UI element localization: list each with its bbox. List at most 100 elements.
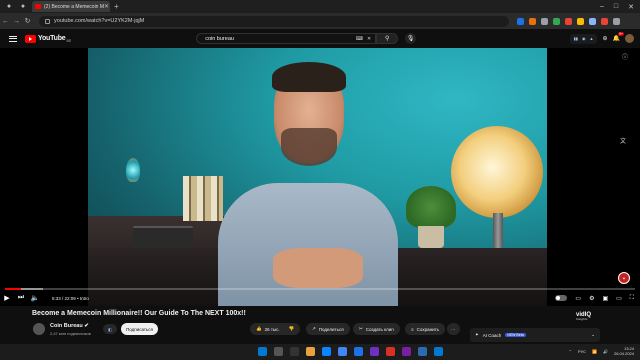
taskbar-app-icon-7[interactable] — [370, 347, 379, 356]
video-plant — [406, 186, 456, 228]
tray-chevron-icon[interactable]: ⌃ — [569, 349, 572, 354]
extension-icon-0[interactable] — [517, 17, 524, 25]
extension-icon-8[interactable] — [613, 17, 620, 25]
channel-watermark[interactable]: ◉ — [618, 272, 630, 284]
search-icon: ⚲ — [384, 36, 390, 42]
expand-icon[interactable]: ⌄ — [591, 332, 595, 338]
clip-label: Создать клип — [365, 326, 394, 332]
windows-taskbar: ⌃ РУС 📶 🔊 13:24 26.04.2024 — [0, 344, 640, 360]
extension-icon-5[interactable] — [577, 17, 584, 25]
close-tab-icon[interactable]: ✕ — [104, 3, 109, 10]
video-title: Become a Memecoin Millionaire!! Our Guid… — [32, 310, 246, 317]
network-icon[interactable]: 📶 — [592, 349, 597, 354]
presenter-hair — [272, 62, 346, 92]
share-button[interactable]: ↗ Поделиться — [306, 323, 350, 335]
autoplay-toggle[interactable] — [555, 295, 568, 301]
maximize-icon[interactable]: □ — [614, 3, 618, 11]
mic-icon: 🎙 — [406, 36, 415, 42]
forward-icon[interactable]: → — [11, 18, 22, 25]
verified-icon: ✔ — [84, 323, 89, 329]
presenter-hands — [273, 248, 363, 288]
clock[interactable]: 13:24 26.04.2024 — [614, 346, 634, 356]
more-actions-button[interactable]: ··· — [447, 323, 460, 335]
chapter-label[interactable]: • Intro — [77, 296, 89, 301]
create-video-icon[interactable]: ⊕ — [602, 35, 607, 42]
vidiq-stat-icon-3: ▲ — [589, 36, 594, 41]
back-icon[interactable]: ← — [0, 18, 11, 25]
taskbar-app-icon-9[interactable] — [402, 347, 411, 356]
volume-icon[interactable]: 🔈 — [28, 294, 42, 302]
extension-icon-3[interactable] — [553, 17, 560, 25]
search-input[interactable]: coin bureau ⌨ ✕ — [196, 33, 377, 44]
dislike-icon[interactable]: 👎 — [289, 326, 295, 332]
taskbar-app-icon-0[interactable] — [258, 347, 267, 356]
github-icon-2[interactable]: ● — [18, 2, 28, 12]
youtube-logo-text: YouTube — [38, 35, 66, 42]
vidiq-toolbar[interactable]: ▮▮ ◉ ▲ — [569, 33, 598, 44]
channel-avatar[interactable] — [33, 323, 45, 335]
next-icon[interactable]: ⏭ — [14, 294, 28, 302]
save-button[interactable]: ≡ Сохранить — [405, 323, 446, 335]
clip-button[interactable]: ✂ Создать клип — [353, 323, 400, 335]
play-icon[interactable]: ▶ — [0, 294, 14, 302]
taskbar-app-icon-8[interactable] — [386, 347, 395, 356]
settings-icon[interactable]: ⚙ — [589, 295, 594, 302]
taskbar-app-icon-11[interactable] — [434, 347, 443, 356]
reload-icon[interactable]: ↻ — [22, 17, 33, 25]
close-window-icon[interactable]: ✕ — [628, 3, 634, 11]
taskbar-app-icon-10[interactable] — [418, 347, 427, 356]
vidiq-stat-icon: ▮▮ — [573, 36, 579, 41]
extension-icon-6[interactable] — [589, 17, 596, 25]
taskbar-app-icon-2[interactable] — [290, 347, 299, 356]
subscribe-button[interactable]: Подписаться — [121, 323, 158, 335]
taskbar-app-icon-4[interactable] — [322, 347, 331, 356]
menu-icon[interactable] — [9, 35, 17, 42]
video-frame[interactable] — [88, 48, 547, 306]
extension-icons — [517, 17, 620, 25]
like-count: 26 тыс. — [264, 326, 280, 332]
share-label: Поделиться — [318, 326, 344, 332]
address-bar-row: ← → ↻ youtube.com/watch?v=U2YK2M-jqjM — [0, 13, 640, 29]
like-button[interactable]: 👍 26 тыс. 👎 — [250, 323, 301, 335]
subtitles-icon[interactable]: ▭ — [575, 295, 581, 302]
voice-search-button[interactable]: 🎙 — [405, 33, 417, 44]
address-input[interactable]: youtube.com/watch?v=U2YK2M-jqjM — [39, 15, 509, 27]
language-indicator[interactable]: РУС — [578, 349, 586, 354]
keyboard-icon[interactable]: ⌨ — [356, 36, 363, 42]
extension-icon-4[interactable] — [565, 17, 572, 25]
url-text: youtube.com/watch?v=U2YK2M-jqjM — [54, 18, 145, 24]
taskbar-app-icon-3[interactable] — [306, 347, 315, 356]
new-tab-icon[interactable]: + — [114, 2, 119, 11]
notifications-icon[interactable]: 🔔 9+ — [613, 32, 624, 42]
browser-tab-active[interactable]: (2) Become a Memecoin M ✕ — [32, 1, 110, 12]
extension-icon-1[interactable] — [529, 17, 536, 25]
miniplayer-icon[interactable]: ▣ — [602, 295, 608, 302]
translate-icon[interactable]: 文 — [620, 136, 630, 146]
video-player[interactable]: ⓘ 文 ◉ ▶ ⏭ 🔈 5:33 / 22:09 • Intro ▭ ⚙ ▣ ▭… — [0, 48, 640, 306]
channel-name[interactable]: Coin Bureau ✔ — [50, 323, 89, 329]
duration: 22:09 — [64, 295, 76, 301]
ai-coach-panel[interactable]: ✦ AI Coach NEW Beta ⌄ — [470, 328, 600, 342]
search-query: coin bureau — [205, 35, 234, 42]
github-icon[interactable]: ● — [4, 2, 14, 12]
speaker-icon[interactable]: 🔊 — [603, 349, 608, 354]
progress-bar[interactable] — [5, 288, 635, 290]
taskbar-app-icon-6[interactable] — [354, 347, 363, 356]
clear-search-icon[interactable]: ✕ — [367, 36, 371, 42]
extension-icon-7[interactable] — [601, 17, 608, 25]
join-icon[interactable]: ◧ — [103, 324, 117, 334]
video-info-icon[interactable]: ⓘ — [622, 52, 628, 61]
theater-mode-icon[interactable]: ▭ — [616, 295, 622, 302]
site-info-icon[interactable] — [45, 18, 50, 24]
taskbar-app-icon-1[interactable] — [274, 347, 283, 356]
vidiq-logo[interactable]: vidIQ Insights — [576, 312, 591, 321]
search-button[interactable]: ⚲ — [376, 33, 399, 44]
youtube-logo[interactable]: YouTube BE — [25, 34, 71, 43]
taskbar-app-icon-5[interactable] — [338, 347, 347, 356]
fullscreen-icon[interactable]: ⛶ — [630, 295, 634, 302]
system-tray: ⌃ РУС 📶 🔊 13:24 26.04.2024 — [569, 346, 634, 356]
notifications-badge: 9+ — [618, 32, 624, 36]
minimize-icon[interactable]: – — [600, 3, 604, 11]
extension-icon-2[interactable] — [541, 17, 548, 25]
account-avatar[interactable] — [625, 34, 634, 43]
